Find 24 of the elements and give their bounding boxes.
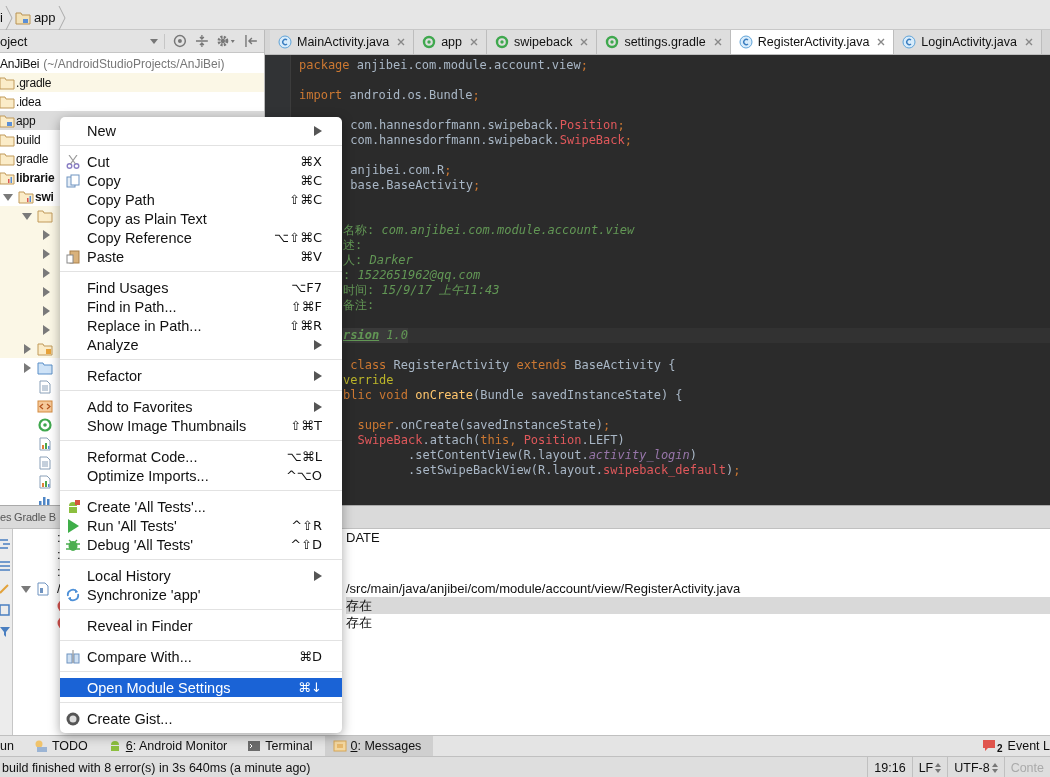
code-line: import android.os.Bundle;: [299, 88, 480, 103]
code-line: .setSwipeBackView(R.layout.swipeback_default);: [407, 463, 741, 478]
message-text: /: [57, 581, 61, 596]
code-line: anjibei.com.R;: [349, 163, 452, 178]
code-line: 名称: com.anjibei.com.module.account.view: [343, 223, 635, 238]
message-text: :: [57, 547, 61, 562]
code-line: package anjibei.com.module.account.view;: [299, 58, 588, 73]
message-text: :: [57, 530, 61, 545]
code-line: com.hannesdorfmann.swipeback.Position;: [349, 118, 625, 133]
code-line: verride: [343, 373, 394, 388]
code-line: class RegisterActivity extends BaseActivity {: [349, 358, 676, 373]
code-line: super.onCreate(savedInstanceState);: [356, 418, 611, 433]
status-message: build finished with 8 error(s) in 3s 640ms (a minute ago): [1, 760, 312, 775]
code-line: base.BaseActivity;: [349, 178, 481, 193]
code-line: 备注:: [343, 298, 375, 313]
code-line: .setContentView(R.layout.activity_login): [407, 448, 698, 463]
code-line: 时间: 15/9/17 上午11:43: [343, 283, 500, 298]
code-line: 人: Darker: [343, 253, 413, 268]
code-line: : 1522651962@qq.com: [343, 268, 481, 283]
code-line: SwipeBack.attach(this, Position.LEFT): [356, 433, 625, 448]
code-line: com.hannesdorfmann.swipeback.SwipeBack;: [349, 133, 632, 148]
code-line: blic void onCreate(Bundle savedInstanceState) {: [343, 388, 683, 403]
code-line: 述:: [343, 238, 363, 253]
message-text: :: [57, 564, 61, 579]
